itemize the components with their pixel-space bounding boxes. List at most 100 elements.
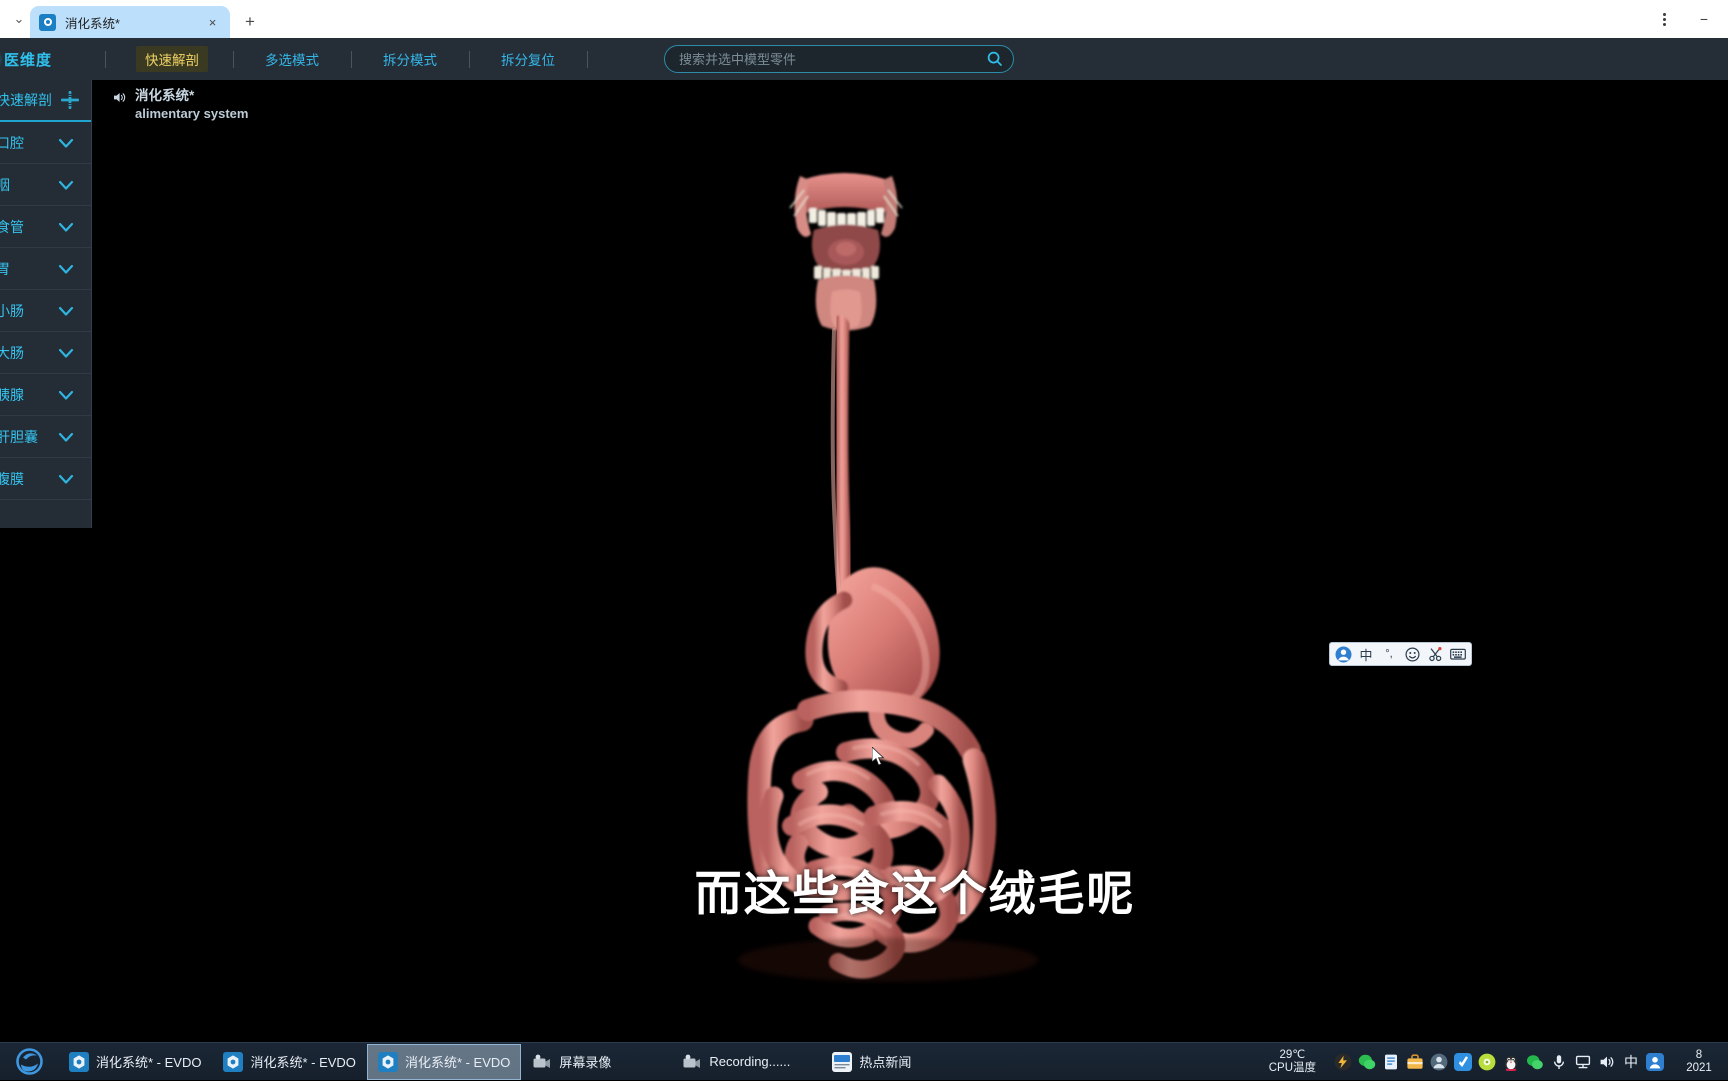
clock-time: 8: [1695, 1048, 1703, 1061]
ime-punctuation-icon[interactable]: °,: [1378, 644, 1400, 664]
sidebar-item-pancreas[interactable]: 胰腺: [0, 374, 91, 416]
toolbar-divider: [586, 50, 588, 68]
taskbar-item-label: 消化系统* - EVDO: [250, 1055, 356, 1070]
ime-floating-toolbar[interactable]: 中 °,: [1329, 642, 1472, 666]
sidebar-header: 快速解剖: [0, 80, 91, 122]
cpu-temp-value: 29℃: [1279, 1048, 1306, 1061]
evdo-logo-icon: [69, 1051, 89, 1072]
tab-title: 消化系统*: [65, 16, 120, 31]
sidebar-item-large-intestine[interactable]: 大肠: [0, 332, 91, 374]
toolbar-item-multiselect[interactable]: 多选模式: [256, 46, 328, 72]
chevron-down-icon[interactable]: [53, 298, 79, 324]
close-icon[interactable]: ×: [204, 14, 221, 31]
taskbar-clock[interactable]: 8 2021: [1668, 1049, 1724, 1075]
sidebar-item-label: 口腔: [0, 134, 24, 151]
evdo-logo-icon: [223, 1051, 244, 1072]
disc-icon[interactable]: [1476, 1051, 1498, 1073]
edge-browser-icon[interactable]: [0, 1043, 58, 1081]
sidebar-item-peritoneum[interactable]: 腹膜: [0, 458, 91, 500]
evdo-logo-icon: [39, 13, 56, 31]
wechat-icon[interactable]: [1356, 1051, 1378, 1073]
taskbar-item-screen-recorder[interactable]: 屏幕录像: [521, 1044, 671, 1080]
sidebar-item-label: 肝胆囊: [0, 428, 38, 445]
windows-taskbar: 消化系统* - EVDO 消化系统* - EVDO 消化系统* - EVDO 屏…: [0, 1042, 1728, 1080]
qq-penguin-icon[interactable]: [1500, 1051, 1522, 1073]
search-box[interactable]: [664, 45, 1014, 73]
taskbar-item-label: 消化系统* - EVDO: [404, 1055, 511, 1070]
chevron-down-icon[interactable]: [53, 466, 79, 492]
sidebar-item-label: 食管: [0, 218, 24, 235]
sidebar-item-oral-cavity[interactable]: 口腔: [0, 122, 91, 164]
ime-scissors-icon[interactable]: [1424, 644, 1446, 664]
sidebar-item-stomach[interactable]: 胃: [0, 248, 91, 290]
toolbar-item-quick-anatomy[interactable]: 快速解剖: [136, 46, 208, 72]
sidebar-item-label: 腹膜: [0, 470, 24, 487]
evdo-logo-icon: [377, 1051, 398, 1072]
subtitle-caption: 而这些食这个绒毛呢: [694, 867, 1136, 920]
cpu-temperature-widget[interactable]: 29℃ CPU温度: [1255, 1049, 1330, 1075]
sidebar-item-esophagus[interactable]: 食管: [0, 206, 91, 248]
sidebar-item-label: 胃: [0, 260, 10, 277]
sidebar-item-small-intestine[interactable]: 小肠: [0, 290, 91, 332]
system-tray: 29℃ CPU温度 中 8 2021: [1255, 1043, 1728, 1081]
thunder-download-icon[interactable]: [1332, 1051, 1354, 1073]
toolbar-item-split-mode[interactable]: 拆分模式: [374, 46, 446, 72]
search-input[interactable]: [679, 51, 983, 67]
sidebar-item-liver-gallbladder[interactable]: 肝胆囊: [0, 416, 91, 458]
network-icon[interactable]: [1572, 1051, 1594, 1073]
oral-cavity-group: [789, 173, 903, 331]
user-account-icon[interactable]: [1644, 1051, 1666, 1073]
sidebar-title: 快速解剖: [0, 92, 52, 108]
chevron-down-icon[interactable]: [53, 214, 79, 240]
chevron-down-icon[interactable]: [53, 256, 79, 282]
chevron-down-icon[interactable]: [53, 172, 79, 198]
ime-chinese-icon[interactable]: 中: [1355, 644, 1377, 664]
hot-news-icon: [832, 1051, 853, 1072]
chevron-down-icon[interactable]: [53, 382, 79, 408]
sync-icon[interactable]: [1452, 1051, 1474, 1073]
ime-emoji-icon[interactable]: [1401, 644, 1423, 664]
sidebar-item-label: 大肠: [0, 344, 24, 361]
model-viewport[interactable]: 消化系统* alimentary system 而这些食这个绒毛呢: [102, 80, 1728, 1042]
ime-language-indicator[interactable]: 中: [1620, 1051, 1642, 1073]
taskbar-item-recording[interactable]: Recording......: [671, 1044, 821, 1080]
search-icon[interactable]: [983, 47, 1007, 71]
cpu-temp-label: CPU温度: [1268, 1061, 1316, 1074]
tab-search-icon[interactable]: ⌄: [8, 0, 30, 38]
kebab-menu-icon[interactable]: [1644, 0, 1684, 38]
new-tab-button[interactable]: +: [236, 8, 264, 36]
browser-chrome: ⌄ 消化系统* × + −: [0, 0, 1728, 38]
app-toolbar: 医维度 快速解剖 多选模式 拆分模式 拆分复位: [0, 38, 1728, 80]
toolbar-divider: [232, 50, 234, 68]
browser-tab[interactable]: 消化系统* ×: [30, 6, 230, 38]
clock-date: 2021: [1686, 1061, 1712, 1074]
minimize-icon[interactable]: −: [1684, 0, 1724, 38]
chevron-down-icon[interactable]: [53, 130, 79, 156]
volume-icon[interactable]: [1596, 1051, 1618, 1073]
chevron-down-icon[interactable]: [53, 424, 79, 450]
taskbar-item-label: 屏幕录像: [559, 1055, 612, 1070]
toolbar-divider: [350, 50, 352, 68]
taskbar-item-label: 热点新闻: [859, 1055, 912, 1070]
wechat-work-icon[interactable]: [1524, 1051, 1546, 1073]
doc-share-icon[interactable]: [1380, 1051, 1402, 1073]
brand-name: 医维度: [4, 51, 53, 69]
toolbox-icon[interactable]: [1404, 1051, 1426, 1073]
taskbar-item-hot-news[interactable]: 热点新闻: [821, 1044, 971, 1080]
toolbar-divider: [104, 50, 106, 68]
sidebar-item-pharynx[interactable]: 咽: [0, 164, 91, 206]
taskbar-item-label: 消化系统* - EVDO: [96, 1055, 202, 1070]
ime-avatar-icon[interactable]: [1332, 644, 1354, 664]
microphone-icon[interactable]: [1548, 1051, 1570, 1073]
move-cross-icon[interactable]: [59, 89, 81, 111]
toolbar-divider: [468, 50, 470, 68]
taskbar-item-evdo-1[interactable]: 消化系统* - EVDO: [58, 1044, 212, 1080]
ime-keyboard-icon[interactable]: [1447, 644, 1469, 664]
taskbar-item-evdo-3[interactable]: 消化系统* - EVDO: [366, 1043, 522, 1080]
camcorder-icon: [682, 1052, 702, 1072]
toolbar-item-split-reset[interactable]: 拆分复位: [492, 46, 564, 72]
chevron-down-icon[interactable]: [53, 340, 79, 366]
taskbar-item-evdo-2[interactable]: 消化系统* - EVDO: [212, 1044, 366, 1080]
intestines-group: [747, 689, 997, 979]
user-app-icon[interactable]: [1428, 1051, 1450, 1073]
